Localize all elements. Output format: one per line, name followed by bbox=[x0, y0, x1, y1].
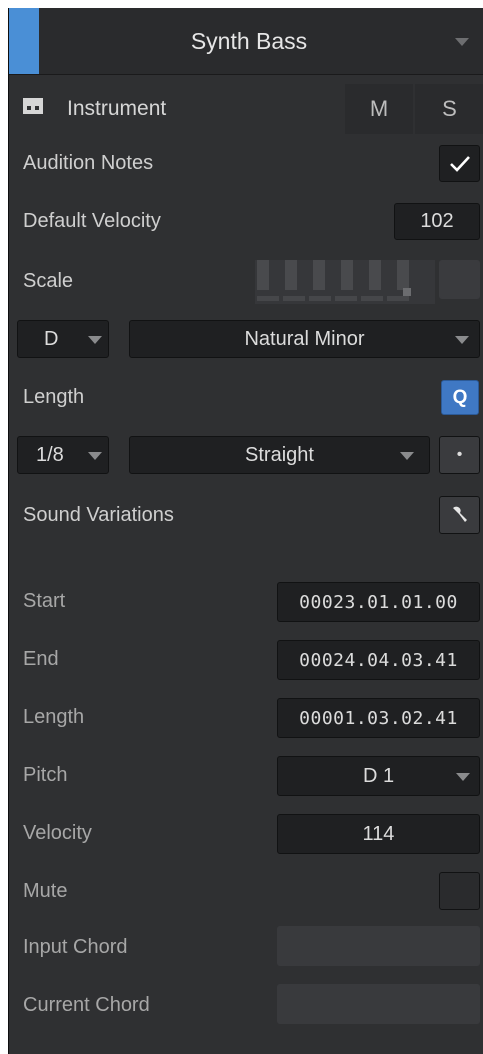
chevron-down-icon bbox=[88, 452, 102, 460]
scale-key-dropdown[interactable]: D bbox=[17, 320, 109, 358]
length-mode-value: Straight bbox=[245, 443, 314, 466]
keyboard-icon bbox=[23, 98, 43, 114]
scale-key-value: D bbox=[44, 327, 59, 350]
audition-notes-checkbox[interactable] bbox=[439, 145, 480, 182]
scale-keyboard-display[interactable] bbox=[255, 260, 435, 304]
quantize-button[interactable]: Q bbox=[441, 380, 479, 415]
default-velocity-field[interactable]: 102 bbox=[394, 203, 480, 240]
length-division-value: 1/8 bbox=[36, 443, 64, 466]
input-chord-field[interactable] bbox=[277, 926, 480, 966]
end-field[interactable]: 00024.04.03.41 bbox=[277, 640, 480, 680]
chevron-down-icon bbox=[456, 773, 470, 781]
chevron-down-icon bbox=[400, 452, 414, 460]
length-label: Length bbox=[23, 386, 85, 408]
track-menu-arrow-icon[interactable] bbox=[455, 38, 469, 46]
pitch-value: D 1 bbox=[362, 764, 395, 787]
solo-button[interactable]: S bbox=[415, 84, 483, 134]
chevron-down-icon bbox=[455, 336, 469, 344]
mute-checkbox[interactable] bbox=[439, 872, 480, 910]
dotted-note-button[interactable]: • bbox=[439, 436, 480, 474]
track-name[interactable]: Synth Bass bbox=[39, 8, 459, 74]
sound-variations-button[interactable] bbox=[439, 496, 480, 534]
chevron-down-icon bbox=[88, 336, 102, 344]
audition-notes-label: Audition Notes bbox=[23, 152, 154, 174]
quantize-label: Q bbox=[452, 386, 468, 408]
track-color-swatch[interactable] bbox=[9, 8, 39, 74]
scale-type-value: Natural Minor bbox=[244, 327, 365, 350]
start-field[interactable]: 00023.01.01.00 bbox=[277, 582, 480, 622]
mute-label: Mute bbox=[23, 880, 68, 902]
instrument-row: Instrument M S bbox=[9, 84, 483, 134]
checkmark-icon bbox=[449, 155, 470, 172]
pitch-label: Pitch bbox=[23, 764, 68, 786]
scale-type-dropdown[interactable]: Natural Minor bbox=[129, 320, 480, 358]
length-division-dropdown[interactable]: 1/8 bbox=[17, 436, 109, 474]
dot-icon: • bbox=[456, 446, 463, 463]
mute-button[interactable]: M bbox=[345, 84, 413, 134]
sound-variations-label: Sound Variations bbox=[23, 504, 174, 526]
velocity-label: Velocity bbox=[23, 822, 92, 844]
current-chord-label: Current Chord bbox=[23, 994, 150, 1016]
pitch-dropdown[interactable]: D 1 bbox=[277, 756, 480, 796]
wrench-icon bbox=[452, 506, 467, 522]
default-velocity-label: Default Velocity bbox=[23, 210, 161, 232]
note-length-field[interactable]: 00001.03.02.41 bbox=[277, 698, 480, 738]
end-label: End bbox=[23, 648, 59, 670]
start-label: Start bbox=[23, 590, 66, 612]
input-chord-label: Input Chord bbox=[23, 936, 128, 958]
length-mode-dropdown[interactable]: Straight bbox=[129, 436, 430, 474]
note-length-label: Length bbox=[23, 706, 85, 728]
instrument-label[interactable]: Instrument bbox=[67, 84, 166, 134]
velocity-field[interactable]: 114 bbox=[277, 814, 480, 854]
scale-label: Scale bbox=[23, 270, 74, 292]
scale-root-toggle[interactable] bbox=[439, 260, 480, 299]
current-chord-field[interactable] bbox=[277, 984, 480, 1024]
inspector-panel: Synth Bass Instrument M S Audition Notes… bbox=[8, 8, 483, 1054]
track-header[interactable]: Synth Bass bbox=[9, 8, 483, 75]
